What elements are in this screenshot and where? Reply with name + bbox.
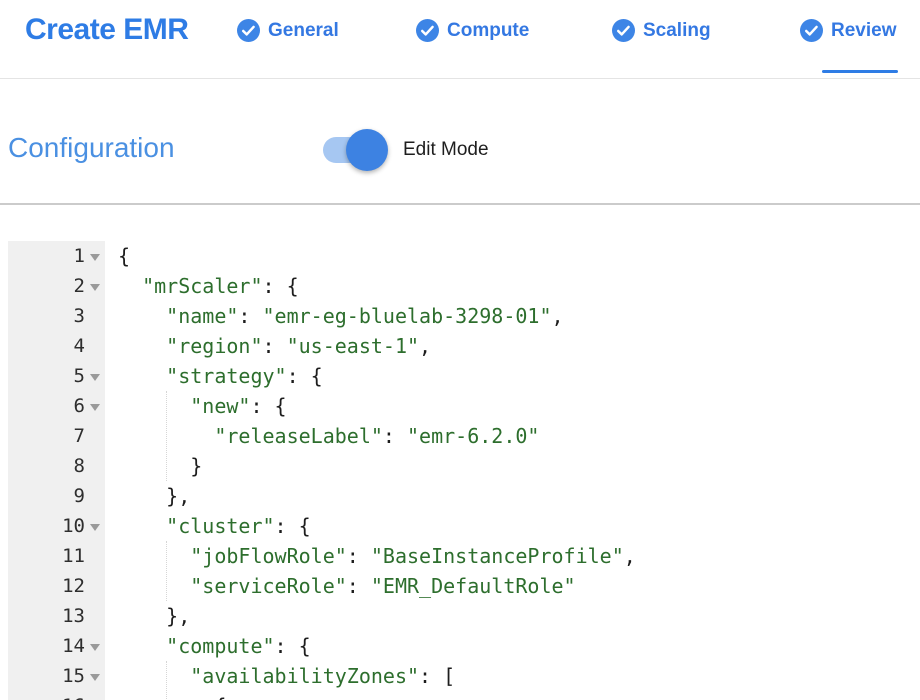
check-circle-icon xyxy=(612,19,635,42)
fold-arrow-icon[interactable] xyxy=(90,644,100,651)
tab-review-label: Review xyxy=(831,20,896,42)
code-line: 6 "new": { xyxy=(8,391,636,421)
fold-arrow-icon[interactable] xyxy=(90,674,100,681)
tab-review[interactable]: Review xyxy=(800,19,896,42)
code-line-text: "name": "emr-eg-bluelab-3298-01", xyxy=(118,301,564,331)
code-line: 11 "jobFlowRole": "BaseInstanceProfile", xyxy=(8,541,636,571)
edit-mode-toggle[interactable] xyxy=(323,129,393,171)
section-divider xyxy=(0,203,920,205)
code-line: 15 "availabilityZones": [ xyxy=(8,661,636,691)
line-number: 3 xyxy=(8,301,85,331)
code-line: 7 "releaseLabel": "emr-6.2.0" xyxy=(8,421,636,451)
indent-guide xyxy=(166,661,167,700)
line-number: 16 xyxy=(8,691,85,700)
indent-guide xyxy=(166,391,167,481)
line-number: 5 xyxy=(8,361,85,391)
code-line: 4 "region": "us-east-1", xyxy=(8,331,636,361)
code-line: 10 "cluster": { xyxy=(8,511,636,541)
fold-cell xyxy=(85,571,118,601)
code-line: 3 "name": "emr-eg-bluelab-3298-01", xyxy=(8,301,636,331)
code-editor[interactable]: 1{2 "mrScaler": {3 "name": "emr-eg-bluel… xyxy=(0,241,920,700)
code-line: 16 { xyxy=(8,691,636,700)
line-number: 14 xyxy=(8,631,85,661)
fold-cell xyxy=(85,601,118,631)
code-line: 13 }, xyxy=(8,601,636,631)
line-number: 11 xyxy=(8,541,85,571)
tab-general[interactable]: General xyxy=(237,19,339,42)
code-line-text: "cluster": { xyxy=(118,511,311,541)
code-line-text: } xyxy=(118,451,202,481)
wizard-header: Create EMR General Compute Scaling xyxy=(0,0,920,79)
code-line: 9 }, xyxy=(8,481,636,511)
line-number: 13 xyxy=(8,601,85,631)
fold-cell xyxy=(85,451,118,481)
fold-cell xyxy=(85,481,118,511)
code-line-text: "region": "us-east-1", xyxy=(118,331,431,361)
line-number: 12 xyxy=(8,571,85,601)
code-line-text: { xyxy=(118,691,226,700)
fold-arrow-icon[interactable] xyxy=(90,524,100,531)
check-circle-icon xyxy=(800,19,823,42)
code-line-text: "serviceRole": "EMR_DefaultRole" xyxy=(118,571,576,601)
code-line-text: }, xyxy=(118,481,190,511)
code-line-text: }, xyxy=(118,601,190,631)
editor-lines: 1{2 "mrScaler": {3 "name": "emr-eg-bluel… xyxy=(8,241,636,700)
fold-cell xyxy=(85,631,118,661)
configuration-section-title: Configuration xyxy=(8,132,175,164)
tab-scaling-label: Scaling xyxy=(643,20,711,42)
fold-arrow-icon[interactable] xyxy=(90,254,100,261)
fold-cell xyxy=(85,301,118,331)
fold-cell xyxy=(85,511,118,541)
line-number: 9 xyxy=(8,481,85,511)
code-line-text: "strategy": { xyxy=(118,361,323,391)
fold-arrow-icon[interactable] xyxy=(90,404,100,411)
fold-cell xyxy=(85,331,118,361)
code-line: 2 "mrScaler": { xyxy=(8,271,636,301)
line-number: 8 xyxy=(8,451,85,481)
fold-cell xyxy=(85,241,118,271)
code-line: 5 "strategy": { xyxy=(8,361,636,391)
code-line-text: "jobFlowRole": "BaseInstanceProfile", xyxy=(118,541,636,571)
line-number: 1 xyxy=(8,241,85,271)
code-line: 12 "serviceRole": "EMR_DefaultRole" xyxy=(8,571,636,601)
fold-cell xyxy=(85,271,118,301)
code-line-text: "new": { xyxy=(118,391,287,421)
tab-compute[interactable]: Compute xyxy=(416,19,529,42)
fold-cell xyxy=(85,661,118,691)
toggle-knob xyxy=(346,129,388,171)
code-line: 1{ xyxy=(8,241,636,271)
page-title: Create EMR xyxy=(25,13,188,47)
tab-general-label: General xyxy=(268,20,339,42)
fold-arrow-icon[interactable] xyxy=(90,284,100,291)
fold-cell xyxy=(85,421,118,451)
line-number: 6 xyxy=(8,391,85,421)
line-number: 15 xyxy=(8,661,85,691)
line-number: 2 xyxy=(8,271,85,301)
active-tab-indicator xyxy=(822,70,898,73)
line-number: 7 xyxy=(8,421,85,451)
line-number: 4 xyxy=(8,331,85,361)
fold-cell xyxy=(85,541,118,571)
create-emr-page: Create EMR General Compute Scaling xyxy=(0,0,920,700)
code-line: 14 "compute": { xyxy=(8,631,636,661)
code-line-text: "mrScaler": { xyxy=(118,271,299,301)
code-line-text: { xyxy=(118,241,130,271)
check-circle-icon xyxy=(416,19,439,42)
fold-cell xyxy=(85,691,118,700)
code-line-text: "releaseLabel": "emr-6.2.0" xyxy=(118,421,539,451)
fold-cell xyxy=(85,391,118,421)
indent-guide xyxy=(166,541,167,601)
code-line-text: "availabilityZones": [ xyxy=(118,661,455,691)
tab-scaling[interactable]: Scaling xyxy=(612,19,711,42)
code-line: 8 } xyxy=(8,451,636,481)
edit-mode-label: Edit Mode xyxy=(403,139,489,161)
check-circle-icon xyxy=(237,19,260,42)
tab-compute-label: Compute xyxy=(447,20,529,42)
fold-cell xyxy=(85,361,118,391)
fold-arrow-icon[interactable] xyxy=(90,374,100,381)
line-number: 10 xyxy=(8,511,85,541)
code-line-text: "compute": { xyxy=(118,631,311,661)
